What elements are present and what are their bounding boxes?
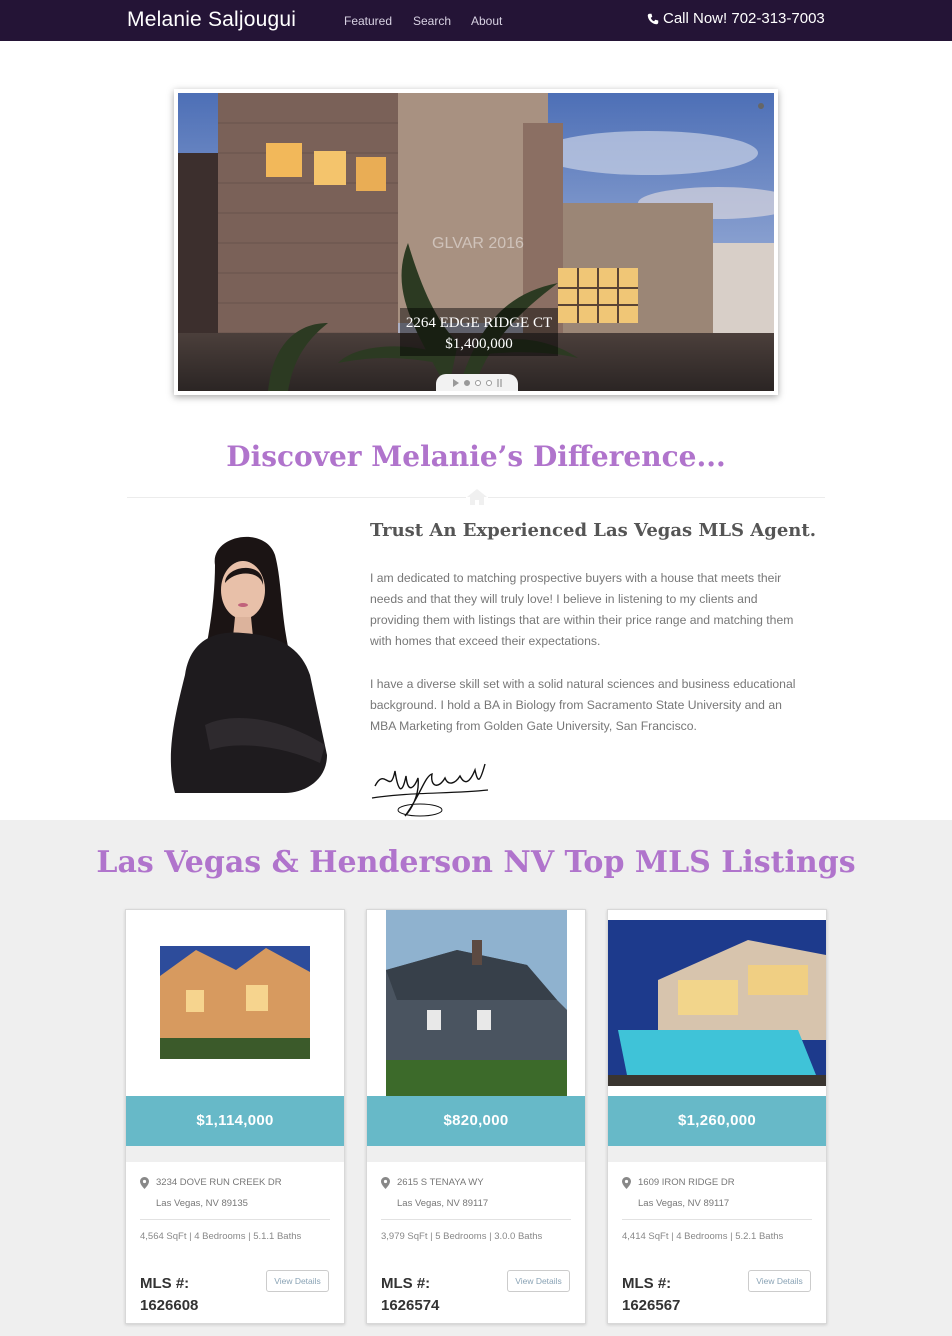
slide-price: $1,400,000 — [445, 336, 513, 352]
listing-card[interactable]: $1,260,000 1609 IRON RIDGE DR Las Vegas,… — [607, 909, 827, 1324]
listing-photo — [367, 910, 585, 1096]
hero-slide[interactable]: GLVAR 2016 2264 EDGE RIDGE CT $1,400,000 — [178, 93, 774, 391]
map-pin-icon — [381, 1177, 390, 1189]
listing-street: 2615 S TENAYA WY — [397, 1177, 484, 1188]
card-divider — [622, 1219, 812, 1220]
view-details-button[interactable]: View Details — [266, 1270, 329, 1292]
listing-street: 1609 IRON RIDGE DR — [638, 1177, 735, 1188]
listing-card[interactable]: $820,000 2615 S TENAYA WY Las Vegas, NV … — [366, 909, 586, 1324]
slide-dot-1[interactable] — [463, 380, 470, 386]
mls-label: MLS #: — [140, 1275, 190, 1292]
nav-about[interactable]: About — [471, 14, 502, 28]
listing-city: Las Vegas, NV 89135 — [156, 1198, 248, 1209]
listing-image-area[interactable] — [367, 910, 585, 1096]
map-pin-icon — [622, 1177, 631, 1189]
slider-controls — [436, 374, 518, 391]
slide-dot-3[interactable] — [485, 380, 492, 386]
nav-search[interactable]: Search — [413, 14, 451, 28]
map-pin-icon — [140, 1177, 149, 1189]
mls-number: 1626574 — [381, 1297, 440, 1314]
about-heading: Trust An Experienced Las Vegas MLS Agent… — [370, 520, 816, 541]
about-paragraph-1: I am dedicated to matching prospective b… — [370, 571, 794, 648]
hero-slider[interactable]: GLVAR 2016 2264 EDGE RIDGE CT $1,400,000 — [174, 89, 778, 395]
mls-number: 1626567 — [622, 1297, 681, 1314]
listing-photo — [608, 910, 826, 1096]
listing-specs: 3,979 SqFt | 5 Bedrooms | 3.0.0 Baths — [381, 1231, 543, 1242]
home-icon — [466, 487, 488, 507]
listing-street: 3234 DOVE RUN CREEK DR — [156, 1177, 282, 1188]
card-spacer — [126, 1146, 344, 1162]
slide-caption: 2264 EDGE RIDGE CT $1,400,000 — [400, 308, 558, 356]
card-spacer — [367, 1146, 585, 1162]
discover-title: Discover Melanie’s Difference... — [226, 440, 726, 473]
call-now-label: Call Now! 702-313-7003 — [663, 10, 825, 27]
slide-indicator-dot — [758, 103, 764, 109]
pause-icon[interactable] — [496, 379, 502, 387]
view-details-button[interactable]: View Details — [748, 1270, 811, 1292]
nav-featured[interactable]: Featured — [344, 14, 392, 28]
slide-dot-2[interactable] — [474, 380, 481, 386]
mls-label: MLS #: — [622, 1275, 672, 1292]
svg-text:GLVAR 2016: GLVAR 2016 — [432, 235, 524, 252]
listing-price: $1,260,000 — [608, 1096, 826, 1146]
card-spacer — [608, 1146, 826, 1162]
phone-icon — [647, 13, 659, 24]
listing-specs: 4,564 SqFt | 4 Bedrooms | 5.1.1 Baths — [140, 1231, 302, 1242]
mls-number: 1626608 — [140, 1297, 199, 1314]
listing-image-area[interactable] — [608, 910, 826, 1096]
call-now-link[interactable]: Call Now! 702-313-7003 — [647, 10, 825, 27]
listings-title: Las Vegas & Henderson NV Top MLS Listing… — [96, 845, 856, 880]
about-paragraph-2: I have a diverse skill set with a solid … — [370, 677, 796, 733]
card-divider — [140, 1219, 330, 1220]
listing-price: $1,114,000 — [126, 1096, 344, 1146]
listing-city: Las Vegas, NV 89117 — [397, 1198, 489, 1209]
listing-price: $820,000 — [367, 1096, 585, 1146]
listing-city: Las Vegas, NV 89117 — [638, 1198, 730, 1209]
listing-card[interactable]: $1,114,000 3234 DOVE RUN CREEK DR Las Ve… — [125, 909, 345, 1324]
view-details-button[interactable]: View Details — [507, 1270, 570, 1292]
signature-image — [371, 763, 489, 817]
listing-image-area[interactable] — [126, 910, 344, 1096]
top-navbar: Melanie Saljougui Featured Search About … — [0, 0, 952, 41]
slide-address: 2264 EDGE RIDGE CT — [405, 315, 553, 331]
listing-photo — [126, 910, 344, 1096]
listing-specs: 4,414 SqFt | 4 Bedrooms | 5.2.1 Baths — [622, 1231, 784, 1242]
brand-logo[interactable]: Melanie Saljougui — [127, 8, 296, 32]
play-icon[interactable] — [452, 379, 459, 387]
mls-label: MLS #: — [381, 1275, 431, 1292]
card-divider — [381, 1219, 571, 1220]
agent-photo — [170, 536, 327, 793]
